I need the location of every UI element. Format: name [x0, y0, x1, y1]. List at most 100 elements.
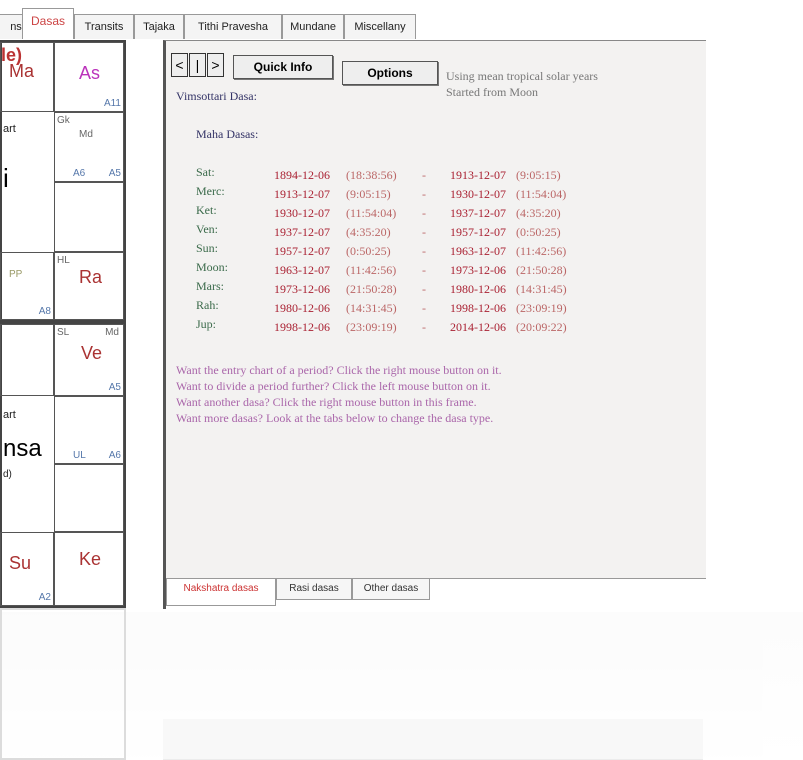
house-cell[interactable]	[54, 182, 124, 252]
dasa-sep: -	[422, 320, 426, 334]
special-label: HL	[57, 255, 70, 266]
chart-rasi[interactable]: le) Ma As A11 art i Gk Md A6 A5 PP A8 HL…	[0, 40, 126, 322]
dasa-end-time: (11:54:04)	[516, 187, 567, 201]
house-cell[interactable]: PP A8	[0, 252, 54, 320]
chart-type: nsa	[3, 435, 42, 462]
chart-navamsa[interactable]: SL Md Ve A5 art nsa d) UL A6 Su A2 Ke	[0, 322, 126, 608]
help-text: Want more dasas? Look at the tabs below …	[176, 411, 494, 425]
dasa-end-time: (0:50:25)	[516, 225, 561, 239]
dasa-start: 1930-12-07	[274, 206, 330, 220]
arudha-label: A5	[108, 168, 121, 179]
dasa-start-time: (18:38:56)	[346, 168, 397, 182]
chart-center: art i	[0, 112, 54, 252]
dasa-end-time: (11:42:56)	[516, 244, 567, 258]
house-cell[interactable]: le) Ma	[0, 42, 54, 112]
tab-other-dasas[interactable]: Other dasas	[352, 579, 430, 600]
quick-info-button[interactable]: Quick Info	[233, 55, 333, 79]
help-text: Want to divide a period further? Click t…	[176, 379, 491, 393]
planet-label: Ve	[81, 343, 103, 363]
tab-miscellany[interactable]: Miscellany	[344, 14, 416, 39]
dasa-planet: Jup:	[196, 317, 217, 331]
special-label: SL	[57, 327, 70, 338]
planet-label: Su	[9, 553, 32, 573]
arudha-label: A6	[108, 450, 121, 461]
arudha-label: A8	[38, 306, 51, 317]
special-label: Md	[105, 327, 119, 338]
dasa-row[interactable]: Ket: 1930-12-07 (11:54:04) - 1937-12-07 (4:35…	[196, 203, 596, 222]
house-cell[interactable]: UL A6	[54, 396, 124, 464]
dasa-row[interactable]: Ven: 1937-12-07 (4:35:20) - 1957-12-07 (0:50:…	[196, 222, 596, 241]
dasa-start: 1973-12-06	[274, 282, 330, 296]
arudha-label: A2	[38, 592, 51, 603]
dasa-planet: Sat:	[196, 165, 215, 179]
prev-button[interactable]: <	[171, 53, 188, 77]
dasa-row[interactable]: Sat: 1894-12-06 (18:38:56) - 1913-12-07 (9:05…	[196, 165, 596, 184]
house-cell[interactable]: As A11	[54, 42, 124, 112]
house-cell[interactable]	[54, 464, 124, 532]
dasa-start-time: (23:09:19)	[346, 320, 397, 334]
dasa-planet: Sun:	[196, 241, 219, 255]
dasa-sep: -	[422, 301, 426, 315]
house-cell[interactable]: Gk Md A6 A5	[54, 112, 124, 182]
planet-label: Ke	[79, 549, 102, 569]
dasa-panel[interactable]: < | > Quick Info Options Using mean trop…	[163, 40, 706, 609]
tab-tithi-pravesha[interactable]: Tithi Pravesha	[184, 14, 282, 39]
dasa-note: Started from Moon	[446, 85, 538, 99]
dasa-start-time: (11:42:56)	[346, 263, 397, 277]
house-cell[interactable]: HL Ra	[54, 252, 124, 320]
dasa-end: 1930-12-07	[450, 187, 506, 201]
dasa-start: 1980-12-06	[274, 301, 330, 315]
dasa-start: 1937-12-07	[274, 225, 330, 239]
chart-name: art	[3, 409, 16, 421]
help-text: Want another dasa? Click the right mouse…	[176, 395, 477, 409]
dasa-end: 1963-12-07	[450, 244, 506, 258]
dasa-sep: -	[422, 282, 426, 296]
dasa-planet: Mars:	[196, 279, 224, 293]
dasa-row[interactable]: Jup: 1998-12-06 (23:09:19) - 2014-12-06 (20:0…	[196, 317, 596, 336]
dasa-end-time: (23:09:19)	[516, 301, 567, 315]
dasa-sep: -	[422, 187, 426, 201]
special-label: Gk	[57, 115, 70, 126]
dasa-end-time: (9:05:15)	[516, 168, 561, 182]
dasa-row[interactable]: Merc: 1913-12-07 (9:05:15) - 1930-12-07 (11:5…	[196, 184, 596, 203]
dasa-row[interactable]: Sun: 1957-12-07 (0:50:25) - 1963-12-07 (11:42…	[196, 241, 596, 260]
dasa-planet: Ket:	[196, 203, 217, 217]
house-cell[interactable]	[0, 324, 54, 396]
dasa-end: 1998-12-06	[450, 301, 506, 315]
dasa-start-time: (11:54:04)	[346, 206, 397, 220]
house-cell[interactable]: Su A2	[0, 532, 54, 606]
dasa-start-time: (14:31:45)	[346, 301, 397, 315]
dasa-start-time: (4:35:20)	[346, 225, 391, 239]
options-button[interactable]: Options	[342, 61, 438, 85]
dasa-row[interactable]: Moon: 1963-12-07 (11:42:56) - 1973-12-06 (21:…	[196, 260, 596, 279]
dasa-sep: -	[422, 244, 426, 258]
dasa-start-time: (9:05:15)	[346, 187, 391, 201]
house-cell[interactable]: Ke	[54, 532, 124, 606]
tab-rasi-dasas[interactable]: Rasi dasas	[276, 579, 352, 600]
dasa-sep: -	[422, 225, 426, 239]
tab-tajaka[interactable]: Tajaka	[134, 14, 184, 39]
dasa-end: 2014-12-06	[450, 320, 506, 334]
special-label: Md	[79, 129, 93, 140]
current-button[interactable]: |	[189, 53, 206, 77]
dasa-start: 1998-12-06	[274, 320, 330, 334]
tab-transits[interactable]: Transits	[74, 14, 134, 39]
arudha-label: A11	[103, 98, 121, 109]
dasa-row[interactable]: Mars: 1973-12-06 (21:50:28) - 1980-12-06 (14:…	[196, 279, 596, 298]
dasa-end-time: (4:35:20)	[516, 206, 561, 220]
dasa-title: Vimsottari Dasa:	[176, 89, 257, 103]
dasa-row[interactable]: Rah: 1980-12-06 (14:31:45) - 1998-12-06 (23:0…	[196, 298, 596, 317]
tab-mundane[interactable]: Mundane	[282, 14, 344, 39]
house-cell[interactable]: SL Md Ve A5	[54, 324, 124, 396]
next-button[interactable]: >	[207, 53, 224, 77]
planet-label: Ma	[9, 61, 35, 81]
dasa-sep: -	[422, 263, 426, 277]
dasa-start: 1913-12-07	[274, 187, 330, 201]
arudha-label: A6	[73, 168, 86, 179]
tab-nakshatra-dasas[interactable]: Nakshatra dasas	[166, 579, 276, 606]
dasa-planet: Rah:	[196, 298, 219, 312]
special-label: PP	[9, 269, 23, 280]
top-tabs: ns Dasas Transits Tajaka Tithi Pravesha …	[0, 8, 420, 39]
tab-dasas[interactable]: Dasas	[22, 8, 74, 39]
chart-name: art	[3, 123, 16, 135]
